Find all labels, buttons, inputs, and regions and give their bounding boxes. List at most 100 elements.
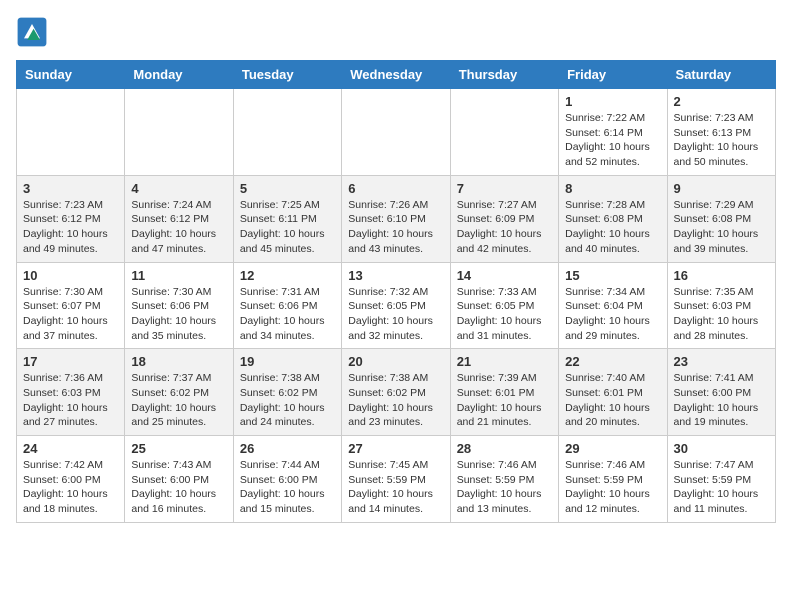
day-info: Sunrise: 7:34 AM Sunset: 6:04 PM Dayligh… xyxy=(565,285,660,344)
day-info: Sunrise: 7:33 AM Sunset: 6:05 PM Dayligh… xyxy=(457,285,552,344)
calendar-cell: 26 Sunrise: 7:44 AM Sunset: 6:00 PM Dayli… xyxy=(233,436,341,523)
calendar-cell: 25Sunrise: 7:43 AM Sunset: 6:00 PM Dayli… xyxy=(125,436,233,523)
calendar-week-row: 3 Sunrise: 7:23 AM Sunset: 6:12 PM Daylig… xyxy=(17,175,776,262)
day-info: Sunrise: 7:42 AM Sunset: 6:00 PM Dayligh… xyxy=(23,458,118,517)
calendar-cell: 13Sunrise: 7:32 AM Sunset: 6:05 PM Dayli… xyxy=(342,262,450,349)
calendar-cell xyxy=(17,89,125,176)
calendar-week-row: 1 Sunrise: 7:22 AM Sunset: 6:14 PM Daylig… xyxy=(17,89,776,176)
day-info: Sunrise: 7:24 AM Sunset: 6:12 PM Dayligh… xyxy=(131,198,226,257)
calendar-cell: 11Sunrise: 7:30 AM Sunset: 6:06 PM Dayli… xyxy=(125,262,233,349)
day-number: 29 xyxy=(565,441,660,456)
day-info: Sunrise: 7:35 AM Sunset: 6:03 PM Dayligh… xyxy=(674,285,769,344)
day-info: Sunrise: 7:31 AM Sunset: 6:06 PM Dayligh… xyxy=(240,285,335,344)
page-header xyxy=(16,16,776,48)
calendar-cell: 18 Sunrise: 7:37 AM Sunset: 6:02 PM Dayli… xyxy=(125,349,233,436)
calendar-week-row: 17 Sunrise: 7:36 AM Sunset: 6:03 PM Dayli… xyxy=(17,349,776,436)
day-info: Sunrise: 7:26 AM Sunset: 6:10 PM Dayligh… xyxy=(348,198,443,257)
day-number: 14 xyxy=(457,268,552,283)
day-number: 1 xyxy=(565,94,660,109)
day-number: 18 xyxy=(131,354,226,369)
day-number: 28 xyxy=(457,441,552,456)
calendar-cell: 27Sunrise: 7:45 AM Sunset: 5:59 PM Dayli… xyxy=(342,436,450,523)
day-info: Sunrise: 7:28 AM Sunset: 6:08 PM Dayligh… xyxy=(565,198,660,257)
day-info: Sunrise: 7:30 AM Sunset: 6:07 PM Dayligh… xyxy=(23,285,118,344)
column-header-sunday: Sunday xyxy=(17,61,125,89)
day-info: Sunrise: 7:36 AM Sunset: 6:03 PM Dayligh… xyxy=(23,371,118,430)
column-header-friday: Friday xyxy=(559,61,667,89)
calendar-table: SundayMondayTuesdayWednesdayThursdayFrid… xyxy=(16,60,776,523)
day-info: Sunrise: 7:29 AM Sunset: 6:08 PM Dayligh… xyxy=(674,198,769,257)
day-number: 2 xyxy=(674,94,769,109)
calendar-cell: 28Sunrise: 7:46 AM Sunset: 5:59 PM Dayli… xyxy=(450,436,558,523)
calendar-cell xyxy=(233,89,341,176)
calendar-cell: 17 Sunrise: 7:36 AM Sunset: 6:03 PM Dayli… xyxy=(17,349,125,436)
day-number: 16 xyxy=(674,268,769,283)
day-number: 7 xyxy=(457,181,552,196)
day-number: 6 xyxy=(348,181,443,196)
day-number: 11 xyxy=(131,268,226,283)
day-number: 8 xyxy=(565,181,660,196)
logo-icon xyxy=(16,16,48,48)
calendar-week-row: 10 Sunrise: 7:30 AM Sunset: 6:07 PM Dayli… xyxy=(17,262,776,349)
calendar-cell xyxy=(342,89,450,176)
column-header-saturday: Saturday xyxy=(667,61,775,89)
calendar-cell xyxy=(450,89,558,176)
day-info: Sunrise: 7:22 AM Sunset: 6:14 PM Dayligh… xyxy=(565,111,660,170)
day-info: Sunrise: 7:23 AM Sunset: 6:12 PM Dayligh… xyxy=(23,198,118,257)
calendar-cell: 15 Sunrise: 7:34 AM Sunset: 6:04 PM Dayli… xyxy=(559,262,667,349)
calendar-cell: 29 Sunrise: 7:46 AM Sunset: 5:59 PM Dayli… xyxy=(559,436,667,523)
day-info: Sunrise: 7:39 AM Sunset: 6:01 PM Dayligh… xyxy=(457,371,552,430)
day-info: Sunrise: 7:38 AM Sunset: 6:02 PM Dayligh… xyxy=(348,371,443,430)
day-number: 21 xyxy=(457,354,552,369)
calendar-cell: 20 Sunrise: 7:38 AM Sunset: 6:02 PM Dayli… xyxy=(342,349,450,436)
calendar-cell: 24Sunrise: 7:42 AM Sunset: 6:00 PM Dayli… xyxy=(17,436,125,523)
day-number: 25 xyxy=(131,441,226,456)
calendar-cell: 8 Sunrise: 7:28 AM Sunset: 6:08 PM Daylig… xyxy=(559,175,667,262)
day-number: 26 xyxy=(240,441,335,456)
calendar-cell: 30Sunrise: 7:47 AM Sunset: 5:59 PM Dayli… xyxy=(667,436,775,523)
logo xyxy=(16,16,52,48)
day-number: 27 xyxy=(348,441,443,456)
calendar-cell: 5 Sunrise: 7:25 AM Sunset: 6:11 PM Daylig… xyxy=(233,175,341,262)
calendar-cell: 14 Sunrise: 7:33 AM Sunset: 6:05 PM Dayli… xyxy=(450,262,558,349)
column-header-monday: Monday xyxy=(125,61,233,89)
day-number: 19 xyxy=(240,354,335,369)
day-number: 10 xyxy=(23,268,118,283)
day-info: Sunrise: 7:46 AM Sunset: 5:59 PM Dayligh… xyxy=(565,458,660,517)
day-number: 20 xyxy=(348,354,443,369)
day-info: Sunrise: 7:47 AM Sunset: 5:59 PM Dayligh… xyxy=(674,458,769,517)
calendar-cell: 6 Sunrise: 7:26 AM Sunset: 6:10 PM Daylig… xyxy=(342,175,450,262)
calendar-cell: 2Sunrise: 7:23 AM Sunset: 6:13 PM Daylig… xyxy=(667,89,775,176)
column-header-thursday: Thursday xyxy=(450,61,558,89)
day-number: 17 xyxy=(23,354,118,369)
day-info: Sunrise: 7:27 AM Sunset: 6:09 PM Dayligh… xyxy=(457,198,552,257)
day-number: 5 xyxy=(240,181,335,196)
column-header-wednesday: Wednesday xyxy=(342,61,450,89)
day-number: 4 xyxy=(131,181,226,196)
calendar-cell: 19 Sunrise: 7:38 AM Sunset: 6:02 PM Dayli… xyxy=(233,349,341,436)
day-number: 3 xyxy=(23,181,118,196)
calendar-cell: 23 Sunrise: 7:41 AM Sunset: 6:00 PM Dayli… xyxy=(667,349,775,436)
day-number: 13 xyxy=(348,268,443,283)
calendar-cell: 9 Sunrise: 7:29 AM Sunset: 6:08 PM Daylig… xyxy=(667,175,775,262)
day-number: 12 xyxy=(240,268,335,283)
day-info: Sunrise: 7:40 AM Sunset: 6:01 PM Dayligh… xyxy=(565,371,660,430)
calendar-cell: 16 Sunrise: 7:35 AM Sunset: 6:03 PM Dayli… xyxy=(667,262,775,349)
calendar-cell: 12 Sunrise: 7:31 AM Sunset: 6:06 PM Dayli… xyxy=(233,262,341,349)
calendar-cell: 7 Sunrise: 7:27 AM Sunset: 6:09 PM Daylig… xyxy=(450,175,558,262)
day-number: 23 xyxy=(674,354,769,369)
day-info: Sunrise: 7:25 AM Sunset: 6:11 PM Dayligh… xyxy=(240,198,335,257)
day-info: Sunrise: 7:44 AM Sunset: 6:00 PM Dayligh… xyxy=(240,458,335,517)
calendar-cell: 22 Sunrise: 7:40 AM Sunset: 6:01 PM Dayli… xyxy=(559,349,667,436)
day-info: Sunrise: 7:41 AM Sunset: 6:00 PM Dayligh… xyxy=(674,371,769,430)
calendar-week-row: 24Sunrise: 7:42 AM Sunset: 6:00 PM Dayli… xyxy=(17,436,776,523)
calendar-cell: 4 Sunrise: 7:24 AM Sunset: 6:12 PM Daylig… xyxy=(125,175,233,262)
day-number: 15 xyxy=(565,268,660,283)
day-info: Sunrise: 7:38 AM Sunset: 6:02 PM Dayligh… xyxy=(240,371,335,430)
day-number: 22 xyxy=(565,354,660,369)
calendar-header-row: SundayMondayTuesdayWednesdayThursdayFrid… xyxy=(17,61,776,89)
calendar-cell: 3 Sunrise: 7:23 AM Sunset: 6:12 PM Daylig… xyxy=(17,175,125,262)
calendar-cell xyxy=(125,89,233,176)
day-info: Sunrise: 7:37 AM Sunset: 6:02 PM Dayligh… xyxy=(131,371,226,430)
day-number: 9 xyxy=(674,181,769,196)
